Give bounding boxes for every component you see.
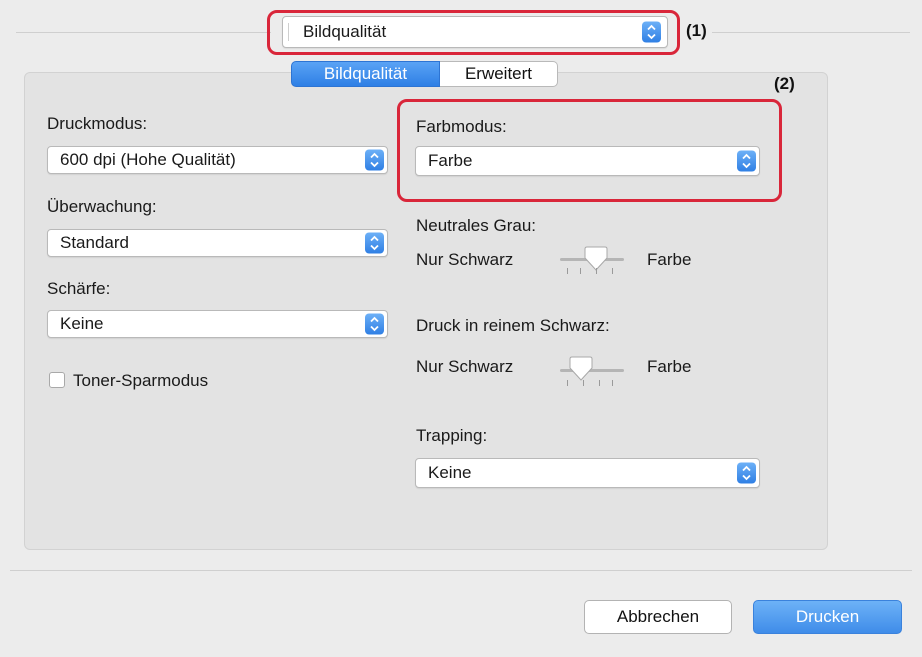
slider-tick [567, 268, 568, 274]
schaerfe-label: Schärfe: [47, 279, 111, 298]
trapping-value: Keine [428, 463, 472, 482]
callout-1: (1) [686, 21, 707, 40]
cancel-button[interactable]: Abbrechen [584, 600, 732, 634]
slider-tick [580, 268, 581, 274]
slider-tick [612, 268, 613, 274]
ueberwachung-label: Überwachung: [47, 197, 157, 216]
callout-2: (2) [774, 74, 795, 93]
top-separator-left [16, 32, 271, 33]
schaerfe-value: Keine [60, 314, 104, 333]
top-separator-right [712, 32, 910, 33]
print-button[interactable]: Drucken [753, 600, 902, 634]
ueberwachung-select[interactable]: Standard [47, 229, 388, 257]
slider-tick [596, 268, 597, 274]
ueberwachung-value: Standard [60, 233, 129, 252]
trapping-select[interactable]: Keine [415, 458, 760, 488]
trapping-label: Trapping: [416, 426, 488, 445]
neutrales-grau-right-label: Farbe [647, 250, 692, 269]
footer-separator [10, 570, 912, 571]
toner-sparmodus-checkbox[interactable] [49, 372, 65, 388]
stepper-icon [365, 232, 384, 254]
tab-bildqualitaet[interactable]: Bildqualität [291, 61, 440, 87]
slider-tick [599, 380, 600, 386]
reines-schwarz-slider-knob[interactable] [568, 356, 594, 382]
druckmodus-value: 600 dpi (Hohe Qualität) [60, 150, 236, 169]
schaerfe-select[interactable]: Keine [47, 310, 388, 338]
reines-schwarz-left-label: Nur Schwarz [416, 357, 514, 376]
stepper-icon [737, 150, 756, 172]
neutrales-grau-label: Neutrales Grau: [416, 216, 536, 235]
slider-tick [612, 380, 613, 386]
farbmodus-label: Farbmodus: [416, 117, 507, 136]
neutrales-grau-left-label: Nur Schwarz [416, 250, 514, 269]
druckmodus-select[interactable]: 600 dpi (Hohe Qualität) [47, 146, 388, 174]
tab-erweitert[interactable]: Erweitert [440, 61, 558, 87]
druckmodus-label: Druckmodus: [47, 114, 148, 133]
farbmodus-value: Farbe [428, 151, 473, 170]
farbmodus-select[interactable]: Farbe [415, 146, 760, 176]
highlight-frame-1 [267, 10, 680, 55]
slider-tick [583, 380, 584, 386]
reines-schwarz-label: Druck in reinem Schwarz: [416, 316, 610, 335]
stepper-icon [365, 313, 384, 335]
toner-sparmodus-label: Toner-Sparmodus [73, 371, 209, 390]
reines-schwarz-right-label: Farbe [647, 357, 692, 376]
stepper-icon [737, 462, 756, 484]
slider-tick [567, 380, 568, 386]
stepper-icon [365, 149, 384, 171]
